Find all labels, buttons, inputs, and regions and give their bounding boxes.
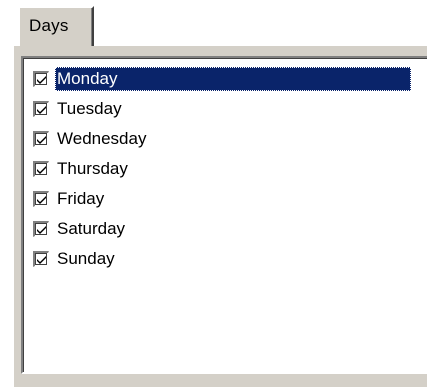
checkbox-friday[interactable] [33,191,49,207]
list-item-label: Sunday [57,249,115,268]
list-item-monday[interactable]: Monday [33,65,413,95]
list-item-label: Monday [55,67,411,91]
checkbox-sunday[interactable] [33,251,49,267]
list-item-saturday[interactable]: Saturday [33,215,413,245]
checkmark-icon [37,196,46,204]
checkbox-saturday[interactable] [33,221,49,237]
checkmark-icon [37,106,46,114]
checkbox-thursday[interactable] [33,161,49,177]
list-item-tuesday[interactable]: Tuesday [33,95,413,125]
tab-days[interactable]: Days [18,6,94,46]
list-item-label: Thursday [57,159,128,178]
list-item-friday[interactable]: Friday [33,185,413,215]
days-tab-control: Days Monday Tuesday Wednesday Thursday F… [0,0,427,387]
list-item-label: Friday [57,189,105,208]
list-item-label: Tuesday [57,99,122,118]
checkbox-monday[interactable] [33,71,49,87]
checkmark-icon [37,76,46,84]
list-item-thursday[interactable]: Thursday [33,155,413,185]
checkmark-icon [37,136,46,144]
days-list: Monday Tuesday Wednesday Thursday Friday… [33,65,413,275]
list-item-label: Wednesday [57,129,147,148]
checkbox-tuesday[interactable] [33,101,49,117]
list-item-wednesday[interactable]: Wednesday [33,125,413,155]
tab-days-label: Days [29,16,69,35]
checkbox-wednesday[interactable] [33,131,49,147]
list-item-label: Saturday [57,219,126,238]
checkmark-icon [37,226,46,234]
checkmark-icon [37,256,46,264]
list-item-sunday[interactable]: Sunday [33,245,413,275]
days-checked-listbox[interactable]: Monday Tuesday Wednesday Thursday Friday… [21,56,427,374]
checkmark-icon [37,166,46,174]
